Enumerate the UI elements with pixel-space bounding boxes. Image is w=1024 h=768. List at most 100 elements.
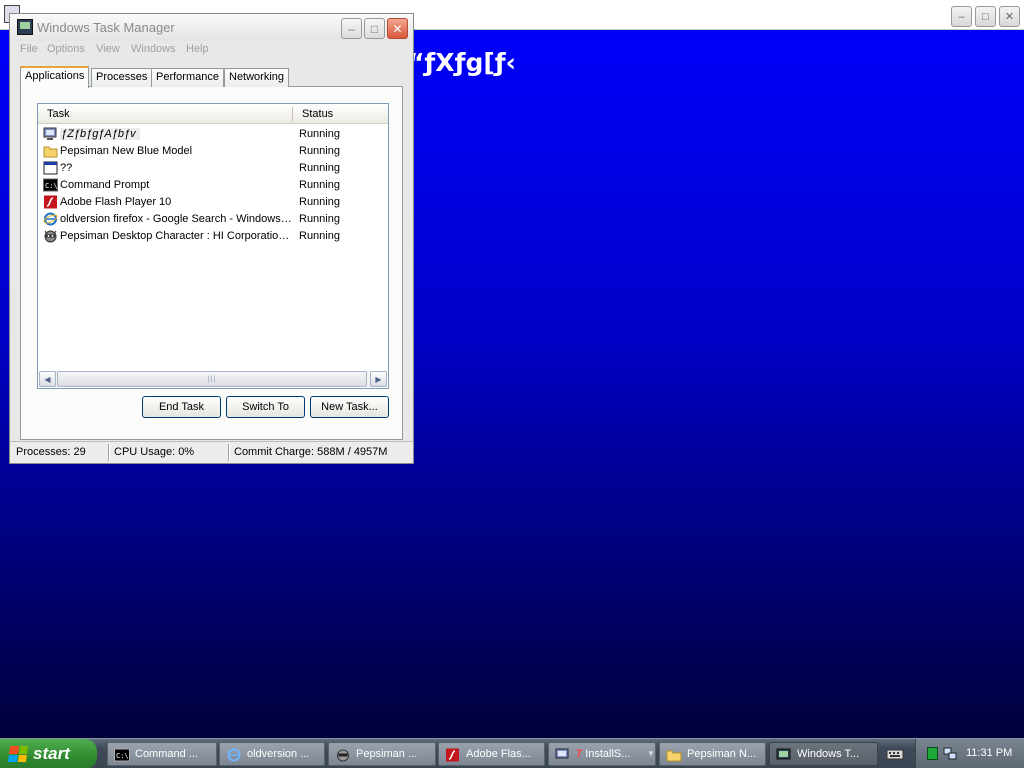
menu-file[interactable]: File bbox=[20, 43, 38, 55]
taskbar-button-installer-group[interactable]: 7 InstallS... ▼ bbox=[548, 742, 656, 766]
taskbar-button-text: InstallS... bbox=[585, 748, 631, 760]
task-name: Command Prompt bbox=[60, 179, 150, 191]
background-close-button[interactable]: ✕ bbox=[999, 6, 1020, 27]
background-minimize-button[interactable]: – bbox=[951, 6, 972, 27]
minimize-button[interactable]: – bbox=[341, 18, 362, 39]
status-bar: Processes: 29 CPU Usage: 0% Commit Charg… bbox=[10, 441, 413, 463]
taskbar-button-ie[interactable]: oldversion ... bbox=[219, 742, 325, 766]
network-icon[interactable] bbox=[943, 747, 957, 760]
horizontal-scrollbar[interactable]: ◀ ||| ▶ bbox=[39, 371, 387, 387]
taskbar-button-folder[interactable]: Pepsiman N... bbox=[659, 742, 766, 766]
scroll-thumb[interactable]: ||| bbox=[57, 371, 367, 387]
taskbar-button-label: oldversion ... bbox=[247, 748, 310, 760]
command-prompt-icon: C:\ bbox=[43, 178, 58, 192]
maximize-button[interactable]: □ bbox=[364, 18, 385, 39]
list-item[interactable]: Adobe Flash Player 10 Running bbox=[40, 194, 386, 211]
taskbar-button-label: Pepsiman ... bbox=[356, 748, 418, 760]
folder-icon bbox=[43, 144, 58, 158]
background-window-heading: “ƒXƒg[ƒ‹ bbox=[408, 48, 516, 77]
commit-charge: Commit Charge: 588M / 4957M bbox=[234, 446, 388, 458]
flash-icon bbox=[445, 747, 461, 762]
chevron-down-icon: ▼ bbox=[647, 749, 655, 758]
taskbar: start C:\ Command ... oldversion ... Pep… bbox=[0, 738, 1024, 768]
command-prompt-icon: C:\ bbox=[114, 747, 130, 762]
taskbar-button-label: Pepsiman N... bbox=[687, 748, 757, 760]
task-name: Adobe Flash Player 10 bbox=[60, 196, 172, 208]
process-count: Processes: 29 bbox=[16, 446, 86, 458]
tab-applications[interactable]: Applications bbox=[20, 66, 90, 88]
status-divider bbox=[108, 444, 110, 461]
tab-performance[interactable]: Performance bbox=[151, 68, 224, 87]
svg-text:C:\: C:\ bbox=[116, 752, 129, 760]
list-header: Task Status bbox=[38, 104, 388, 124]
task-status: Running bbox=[299, 179, 340, 191]
new-task-button[interactable]: New Task... bbox=[310, 396, 389, 418]
group-count-badge: 7 bbox=[576, 748, 583, 760]
task-manager-titlebar[interactable]: Windows Task Manager – □ ✕ bbox=[10, 14, 413, 41]
installer-icon bbox=[43, 127, 58, 141]
start-button[interactable]: start bbox=[0, 739, 97, 768]
folder-icon bbox=[666, 747, 682, 762]
list-item[interactable]: oldversion firefox - Google Search - Win… bbox=[40, 211, 386, 228]
raccoon-icon bbox=[43, 229, 58, 243]
taskbar-button-pepsiman-character[interactable]: Pepsiman ... bbox=[328, 742, 436, 766]
keyboard-icon[interactable] bbox=[884, 745, 906, 763]
windows-logo-icon bbox=[7, 746, 29, 762]
list-item[interactable]: Pepsiman New Blue Model Running bbox=[40, 143, 386, 160]
column-task[interactable]: Task bbox=[47, 108, 70, 120]
start-label: start bbox=[33, 744, 70, 763]
taskbar-button-label: 7 InstallS... bbox=[576, 748, 630, 760]
task-status: Running bbox=[299, 230, 340, 242]
switch-to-button[interactable]: Switch To bbox=[226, 396, 305, 418]
list-item[interactable]: ƒZƒbƒgƒAƒbƒv Running bbox=[40, 126, 386, 143]
taskbar-button-task-manager[interactable]: Windows T... bbox=[769, 742, 878, 766]
cpu-usage: CPU Usage: 0% bbox=[114, 446, 195, 458]
menu-view[interactable]: View bbox=[96, 43, 120, 55]
menu-help[interactable]: Help bbox=[186, 43, 209, 55]
task-manager-icon bbox=[776, 747, 792, 762]
taskbar-button-command-prompt[interactable]: C:\ Command ... bbox=[107, 742, 217, 766]
scroll-left-button[interactable]: ◀ bbox=[39, 371, 56, 387]
tray-status-icon[interactable] bbox=[927, 747, 938, 760]
task-name: oldversion firefox - Google Search - Win… bbox=[60, 213, 292, 225]
scroll-right-button[interactable]: ▶ bbox=[370, 371, 387, 387]
end-task-button[interactable]: End Task bbox=[142, 396, 221, 418]
svg-text:C:\: C:\ bbox=[45, 182, 58, 190]
task-manager-icon bbox=[17, 19, 33, 35]
tab-networking[interactable]: Networking bbox=[224, 68, 290, 87]
close-button[interactable]: ✕ bbox=[387, 18, 408, 39]
task-name: Pepsiman Desktop Character : HI Corporat… bbox=[60, 230, 292, 242]
task-status: Running bbox=[299, 196, 340, 208]
system-tray: 11:31 PM bbox=[915, 739, 1024, 768]
task-name: ƒZƒbƒgƒAƒbƒv bbox=[60, 128, 140, 140]
status-divider bbox=[228, 444, 230, 461]
applications-list[interactable]: Task Status ƒZƒbƒgƒAƒbƒv Running Pepsima… bbox=[37, 103, 389, 389]
task-status: Running bbox=[299, 128, 340, 140]
installer-icon bbox=[555, 747, 571, 762]
task-status: Running bbox=[299, 162, 340, 174]
task-status: Running bbox=[299, 145, 340, 157]
flash-icon bbox=[43, 195, 58, 209]
column-divider[interactable] bbox=[292, 107, 293, 121]
list-item[interactable]: C:\ Command Prompt Running bbox=[40, 177, 386, 194]
task-status: Running bbox=[299, 213, 340, 225]
taskbar-button-label: Command ... bbox=[135, 748, 198, 760]
taskbar-button-label: Windows T... bbox=[797, 748, 860, 760]
background-maximize-button[interactable]: □ bbox=[975, 6, 996, 27]
ie-icon bbox=[226, 747, 242, 762]
taskbar-button-flash[interactable]: Adobe Flas... bbox=[438, 742, 545, 766]
menu-windows[interactable]: Windows bbox=[131, 43, 176, 55]
column-status[interactable]: Status bbox=[302, 108, 333, 120]
tab-processes[interactable]: Processes bbox=[91, 68, 153, 87]
list-item[interactable]: ?? Running bbox=[40, 160, 386, 177]
ie-icon bbox=[43, 212, 58, 226]
clock[interactable]: 11:31 PM bbox=[966, 747, 1012, 759]
taskbar-button-label: Adobe Flas... bbox=[466, 748, 531, 760]
task-manager-window: Windows Task Manager – □ ✕ File Options … bbox=[9, 13, 414, 464]
raccoon-icon bbox=[335, 747, 351, 762]
task-name: Pepsiman New Blue Model bbox=[60, 145, 193, 157]
window-icon bbox=[43, 161, 58, 175]
window-title: Windows Task Manager bbox=[37, 20, 175, 35]
list-item[interactable]: Pepsiman Desktop Character : HI Corporat… bbox=[40, 228, 386, 245]
menu-options[interactable]: Options bbox=[47, 43, 85, 55]
